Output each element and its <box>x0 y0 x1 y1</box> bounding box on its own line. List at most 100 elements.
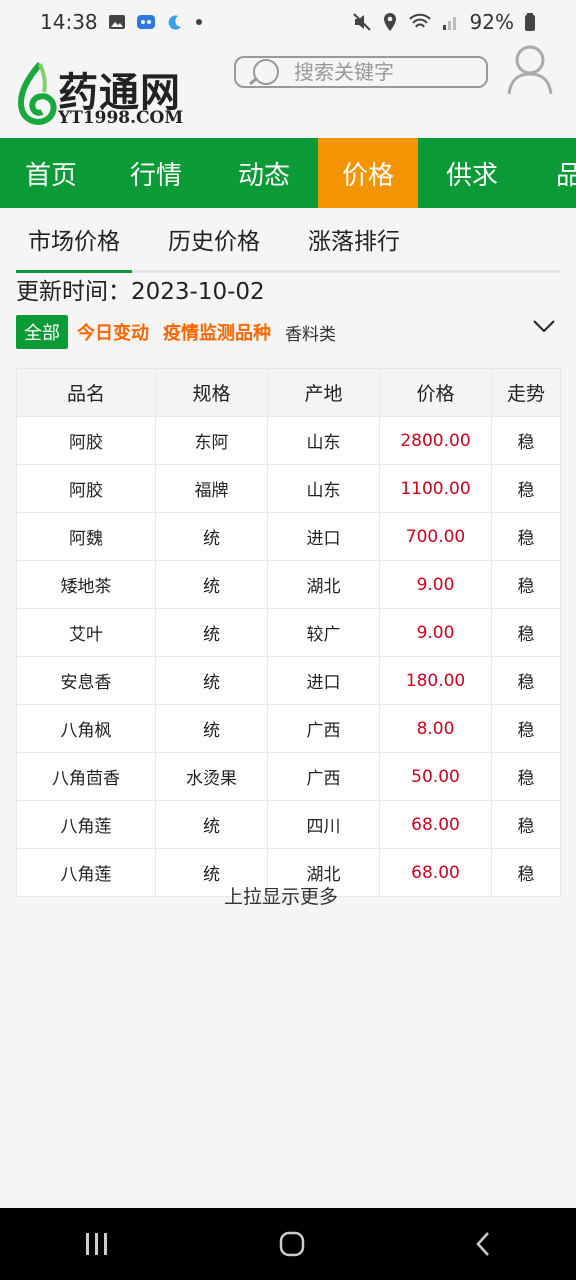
search-box[interactable] <box>234 56 488 88</box>
cell-trend: 稳 <box>491 656 561 705</box>
location-icon <box>383 13 396 31</box>
cell-name: 八角茴香 <box>16 752 156 801</box>
tab-history-price[interactable]: 历史价格 <box>156 208 272 270</box>
cell-origin: 湖北 <box>267 560 380 609</box>
cell-name: 八角莲 <box>16 800 156 849</box>
filter-all[interactable]: 全部 <box>16 315 68 349</box>
main-nav: 首页 行情 动态 价格 供求 品 <box>0 138 576 208</box>
table-header-row: 品名 规格 产地 价格 走势 <box>16 368 561 417</box>
table-row[interactable]: 阿胶 福牌 山东 1100.00 稳 <box>16 464 561 513</box>
cell-trend: 稳 <box>491 560 561 609</box>
cell-trend: 稳 <box>491 704 561 753</box>
price-subtabs: 市场价格 历史价格 涨落排行 <box>16 208 560 273</box>
table-row[interactable]: 阿胶 东阿 山东 2800.00 稳 <box>16 416 561 465</box>
battery-percent: 92% <box>469 10 514 34</box>
user-avatar-icon[interactable] <box>506 44 554 96</box>
cell-spec: 统 <box>155 512 268 561</box>
search-icon <box>249 59 279 86</box>
tab-market-price[interactable]: 市场价格 <box>16 208 132 273</box>
status-bar: 14:38 92% <box>0 0 576 44</box>
cell-origin: 广西 <box>267 752 380 801</box>
cell-spec: 水烫果 <box>155 752 268 801</box>
cell-price: 180.00 <box>379 656 492 705</box>
load-more-hint: 上拉显示更多 <box>223 886 338 908</box>
tab-ranking[interactable]: 涨落排行 <box>296 208 412 270</box>
cell-origin: 进口 <box>267 656 380 705</box>
site-header: 药通网 YT1998.COM <box>0 44 576 138</box>
cell-name: 阿胶 <box>16 416 156 465</box>
status-time: 14:38 <box>40 10 98 34</box>
table-row[interactable]: 安息香统进口 180.00 稳 <box>16 656 561 705</box>
cell-price: 2800.00 <box>379 416 492 465</box>
filter-bar: 全部 今日变动 疫情监测品种 香料类 <box>0 309 576 355</box>
col-name: 品名 <box>16 368 156 417</box>
cell-origin: 四川 <box>267 800 380 849</box>
table-row[interactable]: 阿魏统进口 700.00 稳 <box>16 512 561 561</box>
nav-supply[interactable]: 供求 <box>418 138 526 208</box>
filter-today-change[interactable]: 今日变动 <box>77 319 149 345</box>
cell-spec: 福牌 <box>155 464 268 513</box>
cell-name: 矮地茶 <box>16 560 156 609</box>
table-row[interactable]: 矮地茶统湖北 9.00 稳 <box>16 560 561 609</box>
cell-trend: 稳 <box>491 416 561 465</box>
nav-price[interactable]: 价格 <box>318 138 418 208</box>
search-input[interactable] <box>292 59 476 85</box>
cell-name: 阿魏 <box>16 512 156 561</box>
cell-name: 安息香 <box>16 656 156 705</box>
table-row[interactable]: 艾叶统较广 9.00 稳 <box>16 608 561 657</box>
cell-spec: 统 <box>155 704 268 753</box>
col-origin: 产地 <box>267 368 380 417</box>
home-icon[interactable] <box>278 1230 306 1258</box>
app-notification-icon <box>136 15 155 29</box>
cell-origin: 广西 <box>267 704 380 753</box>
cell-trend: 稳 <box>491 464 561 513</box>
filter-spice[interactable]: 香料类 <box>285 320 336 345</box>
cell-spec: 统 <box>155 656 268 705</box>
gallery-icon <box>108 15 125 29</box>
cell-price: 9.00 <box>379 608 492 657</box>
cell-price: 68.00 <box>379 800 492 849</box>
cell-price: 9.00 <box>379 560 492 609</box>
leaf-logo-icon <box>18 62 57 125</box>
nav-home[interactable]: 首页 <box>0 138 102 208</box>
nav-market[interactable]: 行情 <box>102 138 210 208</box>
cell-price: 700.00 <box>379 512 492 561</box>
update-label: 更新时间： <box>16 279 131 305</box>
cell-origin: 山东 <box>267 416 380 465</box>
cell-name: 艾叶 <box>16 608 156 657</box>
cell-trend: 稳 <box>491 608 561 657</box>
nav-more[interactable]: 品 <box>526 138 576 208</box>
system-nav-bar <box>0 1208 576 1280</box>
mute-icon <box>352 13 371 31</box>
cell-trend: 稳 <box>491 800 561 849</box>
back-icon[interactable] <box>473 1230 493 1258</box>
update-date: 2023-10-02 <box>131 279 265 305</box>
cell-spec: 统 <box>155 608 268 657</box>
cell-trend: 稳 <box>491 512 561 561</box>
wifi-icon <box>408 13 431 28</box>
battery-icon <box>525 13 535 31</box>
logo-domain: YT1998.COM <box>58 108 184 128</box>
cell-name: 阿胶 <box>16 464 156 513</box>
table-row[interactable]: 八角枫统广西 8.00 稳 <box>16 704 561 753</box>
site-logo[interactable]: 药通网 YT1998.COM <box>16 54 196 134</box>
col-trend: 走势 <box>491 368 561 417</box>
update-time: 更新时间：2023-10-02 <box>0 273 576 309</box>
cell-origin: 山东 <box>267 464 380 513</box>
table-row[interactable]: 八角莲统四川 68.00 稳 <box>16 800 561 849</box>
cell-trend: 稳 <box>491 752 561 801</box>
cell-spec: 统 <box>155 560 268 609</box>
cell-spec: 东阿 <box>155 416 268 465</box>
col-spec: 规格 <box>155 368 268 417</box>
cell-price: 1100.00 <box>379 464 492 513</box>
table-row[interactable]: 八角茴香 水烫果 广西 50.00 稳 <box>16 752 561 801</box>
col-price: 价格 <box>379 368 492 417</box>
more-notifications-dot-icon <box>195 19 202 25</box>
cell-price: 8.00 <box>379 704 492 753</box>
recent-apps-icon[interactable] <box>83 1231 111 1257</box>
nav-news[interactable]: 动态 <box>210 138 318 208</box>
chevron-down-icon[interactable] <box>532 318 556 334</box>
filter-epidemic[interactable]: 疫情监测品种 <box>163 319 271 345</box>
moon-app-icon <box>168 15 181 30</box>
cell-origin: 较广 <box>267 608 380 657</box>
